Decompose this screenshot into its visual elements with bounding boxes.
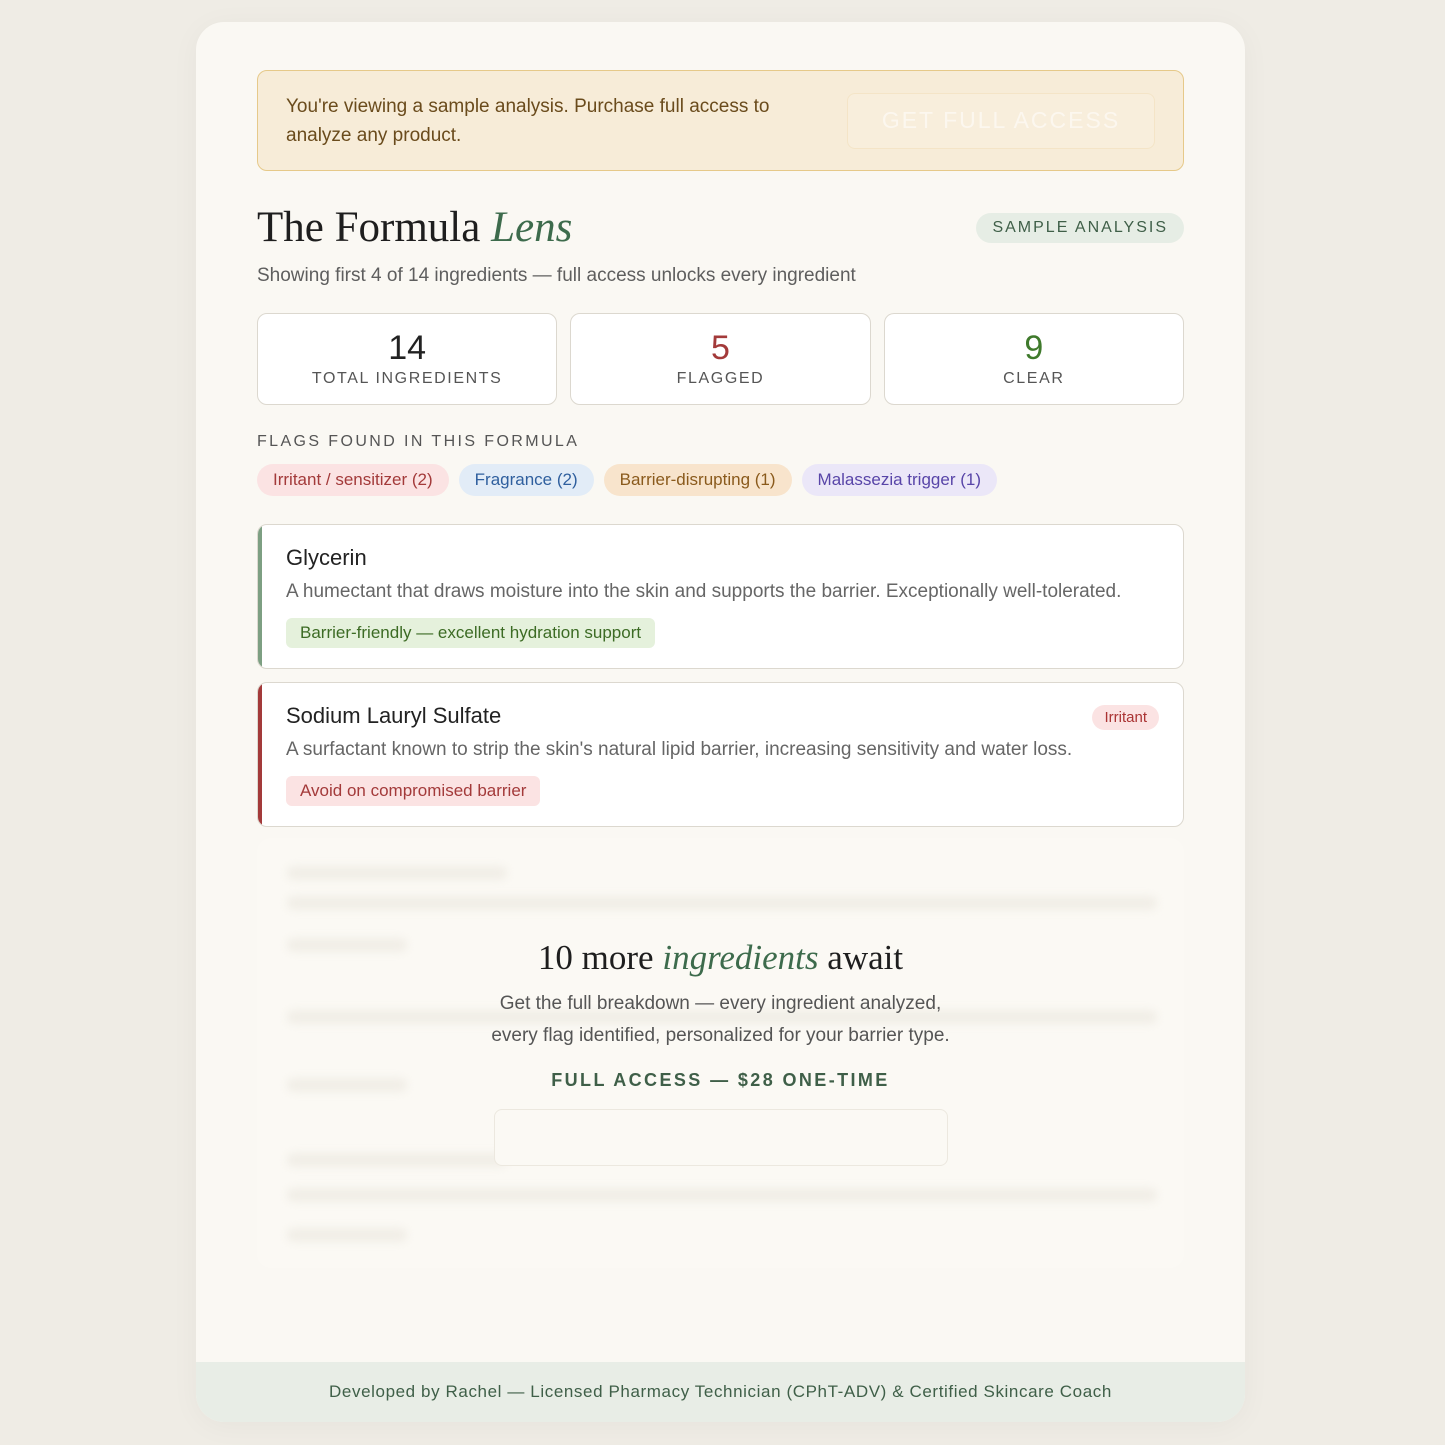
sample-analysis-badge: SAMPLE ANALYSIS — [976, 213, 1184, 243]
flag-chip-barrier-disrupting: Barrier-disrupting (1) — [603, 464, 792, 496]
ingredient-description: A surfactant known to strip the skin's n… — [286, 739, 1073, 760]
footer: Developed by Rachel — Licensed Pharmacy … — [196, 1362, 1245, 1422]
ingredient-name: Sodium Lauryl Sulfate — [286, 703, 502, 728]
flag-chip-malassezia: Malassezia trigger (1) — [801, 464, 997, 496]
flag-chips: Irritant / sensitizer (2) Fragrance (2) … — [257, 464, 1184, 496]
stat-flagged: 5 FLAGGED — [570, 313, 871, 405]
card-content: You're viewing a sample analysis. Purcha… — [257, 70, 1184, 1268]
stat-total-value: 14 — [388, 329, 427, 367]
get-full-access-button[interactable]: GET FULL ACCESS — [847, 92, 1155, 149]
ingredient-card-sls: Sodium Lauryl Sulfate Irritant A surfact… — [257, 682, 1184, 827]
locked-ingredients-panel: 10 more ingredients await Get the full b… — [257, 838, 1184, 1268]
locked-description: Get the full breakdown — every ingredien… — [257, 988, 1184, 1052]
flag-chip-fragrance: Fragrance (2) — [458, 464, 594, 496]
flag-chip-irritant: Irritant / sensitizer (2) — [257, 464, 449, 496]
ingredient-verdict-tag: Barrier-friendly — excellent hydration s… — [286, 618, 656, 648]
title-emphasis: Lens — [491, 204, 573, 251]
ingredient-name: Glycerin — [286, 545, 367, 570]
analysis-card: You're viewing a sample analysis. Purcha… — [196, 22, 1245, 1422]
stat-clear-value: 9 — [1024, 329, 1044, 367]
stat-flagged-value: 5 — [711, 329, 730, 367]
locked-title-b: await — [818, 938, 904, 977]
page-subtitle: Showing first 4 of 14 ingredients — full… — [257, 265, 856, 286]
purchase-button[interactable] — [493, 1109, 948, 1166]
ingredient-card-glycerin: Glycerin A humectant that draws moisture… — [257, 524, 1184, 669]
stats-row: 14 TOTAL INGREDIENTS 5 FLAGGED 9 CLEAR — [257, 313, 1184, 405]
stat-total-label: TOTAL INGREDIENTS — [311, 370, 503, 387]
notice-text: You're viewing a sample analysis. Purcha… — [286, 95, 770, 146]
blurred-placeholder — [287, 896, 1157, 910]
title-main: The Formula — [257, 204, 492, 251]
page-title: The Formula Lens — [257, 203, 572, 252]
stat-clear-label: CLEAR — [1003, 370, 1065, 387]
stat-flagged-label: FLAGGED — [676, 370, 765, 387]
ingredient-verdict-tag: Avoid on compromised barrier — [286, 776, 541, 806]
locked-title-a: 10 more — [537, 938, 663, 977]
blurred-placeholder — [287, 1188, 1157, 1202]
locked-desc-line-2: every flag identified, personalized for … — [491, 1025, 950, 1046]
stat-total: 14 TOTAL INGREDIENTS — [257, 313, 558, 405]
flags-heading: FLAGS FOUND IN THIS FORMULA — [257, 433, 580, 450]
locked-title: 10 more ingredients await — [257, 938, 1184, 978]
blurred-placeholder — [287, 866, 507, 880]
locked-title-emphasis: ingredients — [662, 938, 819, 977]
irritant-badge: Irritant — [1092, 705, 1159, 730]
full-access-price: FULL ACCESS — $28 ONE-TIME — [551, 1070, 890, 1090]
header: The Formula Lens SAMPLE ANALYSIS — [257, 203, 1184, 265]
locked-desc-line-1: Get the full breakdown — every ingredien… — [499, 993, 942, 1014]
ingredient-description: A humectant that draws moisture into the… — [286, 581, 1122, 602]
blurred-placeholder — [287, 1228, 407, 1242]
stat-clear: 9 CLEAR — [883, 313, 1184, 405]
sample-notice-banner: You're viewing a sample analysis. Purcha… — [257, 70, 1184, 171]
locked-cta: 10 more ingredients await Get the full b… — [257, 938, 1184, 1166]
